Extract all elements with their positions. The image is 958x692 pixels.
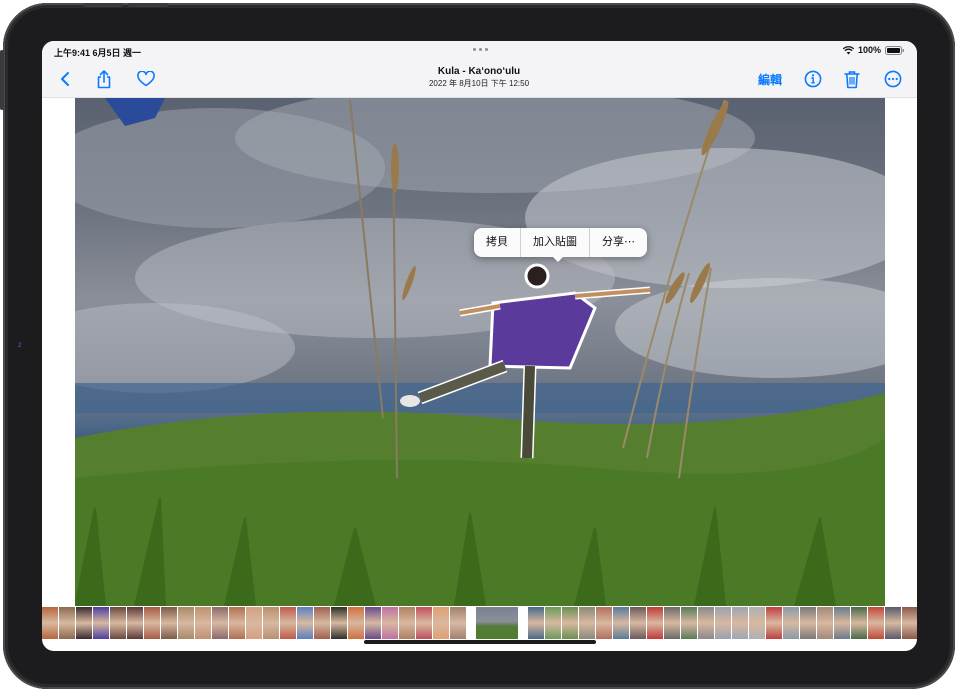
- wifi-icon: [842, 45, 854, 54]
- filmstrip-thumbnail[interactable]: [664, 607, 681, 639]
- filmstrip-thumbnail[interactable]: [331, 607, 348, 639]
- filmstrip-thumbnail[interactable]: [59, 607, 76, 639]
- filmstrip-thumbnail[interactable]: [348, 607, 365, 639]
- screen: 上午9:41 6月5日 週一 100% Kula - Ka‘ono‘ulu 20…: [42, 41, 917, 651]
- filmstrip-thumbnail[interactable]: [229, 607, 246, 639]
- filmstrip-thumbnail[interactable]: [800, 607, 817, 639]
- filmstrip-current-thumbnail[interactable]: [476, 607, 519, 639]
- filmstrip-thumbnail[interactable]: [42, 607, 59, 639]
- back-button[interactable]: [54, 68, 76, 90]
- filmstrip-thumbnail[interactable]: [834, 607, 851, 639]
- filmstrip-thumbnail[interactable]: [161, 607, 178, 639]
- menu-item-add-sticker[interactable]: 加入貼圖: [521, 228, 589, 257]
- more-button[interactable]: [882, 68, 904, 90]
- popup-pointer: [552, 256, 564, 262]
- filmstrip-thumbnail[interactable]: [783, 607, 800, 639]
- filmstrip-thumbnail[interactable]: [868, 607, 885, 639]
- trash-icon: [844, 70, 860, 88]
- filmstrip-thumbnail[interactable]: [399, 607, 416, 639]
- filmstrip-thumbnail[interactable]: [382, 607, 399, 639]
- filmstrip-thumbnail[interactable]: [681, 607, 698, 639]
- filmstrip-thumbnail[interactable]: [263, 607, 280, 639]
- chevron-left-icon: [61, 72, 69, 86]
- filmstrip-thumbnail[interactable]: [545, 607, 562, 639]
- filmstrip-thumbnail[interactable]: [365, 607, 382, 639]
- filmstrip-thumbnail[interactable]: [579, 607, 596, 639]
- filmstrip-thumbnail[interactable]: [212, 607, 229, 639]
- photo-view[interactable]: 拷貝 加入貼圖 分享⋯: [75, 98, 885, 606]
- home-indicator[interactable]: [364, 640, 596, 644]
- battery-percent: 100%: [857, 45, 881, 55]
- filmstrip-thumbnail[interactable]: [178, 607, 195, 639]
- filmstrip-thumbnail[interactable]: [314, 607, 331, 639]
- filmstrip-spacer: [519, 607, 528, 639]
- filmstrip-thumbnail[interactable]: [596, 607, 613, 639]
- filmstrip-thumbnail[interactable]: [110, 607, 127, 639]
- share-button[interactable]: [93, 68, 115, 90]
- filmstrip-thumbnail[interactable]: [127, 607, 144, 639]
- filmstrip-thumbnail[interactable]: [817, 607, 834, 639]
- photo-title-block: Kula - Ka‘ono‘ulu 2022 年 8月10日 下午 12:50: [379, 66, 579, 89]
- filmstrip-thumbnail[interactable]: [698, 607, 715, 639]
- filmstrip-thumbnail[interactable]: [246, 607, 263, 639]
- filmstrip-thumbnail[interactable]: [885, 607, 902, 639]
- photo-image: [75, 98, 885, 606]
- filmstrip-thumbnail[interactable]: [76, 607, 93, 639]
- filmstrip-thumbnail[interactable]: [902, 607, 917, 639]
- status-time-date: 上午9:41 6月5日 週一: [54, 48, 142, 58]
- status-bar: 上午9:41 6月5日 週一 100%: [42, 41, 917, 61]
- filmstrip-thumbnail[interactable]: [766, 607, 783, 639]
- info-circle-icon: [804, 70, 822, 88]
- photo-date-subtitle: 2022 年 8月10日 下午 12:50: [428, 79, 530, 88]
- filmstrip-thumbnail[interactable]: [450, 607, 467, 639]
- photo-location-title: Kula - Ka‘ono‘ulu: [437, 66, 521, 77]
- multitasking-grabber[interactable]: [473, 48, 488, 51]
- filmstrip-spacer: [467, 607, 476, 639]
- filmstrip-thumbnail[interactable]: [613, 607, 630, 639]
- info-button[interactable]: [802, 68, 824, 90]
- filmstrip-thumbnail[interactable]: [732, 607, 749, 639]
- subject-popup-menu: 拷貝 加入貼圖 分享⋯: [474, 228, 647, 262]
- filmstrip-thumbnail[interactable]: [647, 607, 664, 639]
- filmstrip-thumbnail[interactable]: [297, 607, 314, 639]
- photo-toolbar: Kula - Ka‘ono‘ulu 2022 年 8月10日 下午 12:50 …: [42, 61, 917, 98]
- menu-item-share[interactable]: 分享⋯: [590, 228, 647, 257]
- filmstrip-thumbnail[interactable]: [93, 607, 110, 639]
- filmstrip-thumbnail[interactable]: [416, 607, 433, 639]
- side-button: [0, 50, 4, 110]
- filmstrip-thumbnail[interactable]: [562, 607, 579, 639]
- edit-button[interactable]: 編輯: [758, 71, 782, 88]
- filmstrip-thumbnail[interactable]: [630, 607, 647, 639]
- filmstrip-thumbnail[interactable]: [144, 607, 161, 639]
- battery-icon: [885, 45, 904, 55]
- status-indicators: 100%: [842, 45, 905, 55]
- filmstrip-thumbnail[interactable]: [433, 607, 450, 639]
- favorite-button[interactable]: [135, 68, 157, 90]
- edge-marker: 2: [18, 343, 22, 349]
- top-button: [83, 3, 123, 7]
- filmstrip-thumbnail[interactable]: [749, 607, 766, 639]
- share-icon: [97, 69, 111, 88]
- thumbnail-filmstrip[interactable]: [42, 607, 917, 639]
- heart-icon: [137, 71, 155, 87]
- filmstrip-thumbnail[interactable]: [851, 607, 868, 639]
- ellipsis-circle-icon: [884, 70, 902, 88]
- delete-button[interactable]: [841, 68, 863, 90]
- filmstrip-thumbnail[interactable]: [195, 607, 212, 639]
- menu-item-copy[interactable]: 拷貝: [474, 228, 520, 257]
- top-button: [128, 3, 168, 7]
- filmstrip-thumbnail[interactable]: [280, 607, 297, 639]
- filmstrip-thumbnail[interactable]: [528, 607, 545, 639]
- filmstrip-thumbnail[interactable]: [715, 607, 732, 639]
